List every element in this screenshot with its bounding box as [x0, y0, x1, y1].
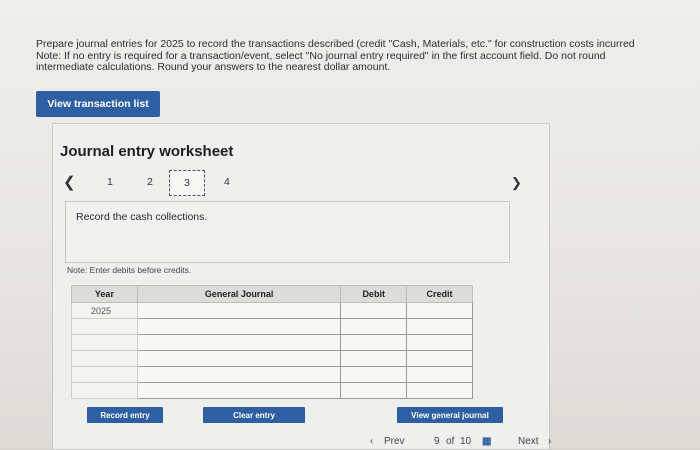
worksheet-title: Journal entry worksheet: [60, 143, 234, 160]
debit-input[interactable]: [340, 334, 408, 351]
next-button[interactable]: Next: [518, 436, 539, 447]
chevron-left-icon[interactable]: ❮: [63, 173, 76, 191]
prev-button[interactable]: Prev: [384, 436, 405, 447]
worksheet-pagination: ❮ 1 2 3 4 ❯: [53, 169, 549, 197]
instructions-line-2: Note: If no entry is required for a tran…: [36, 50, 606, 62]
chevron-right-icon[interactable]: ❯: [511, 175, 522, 191]
worksheet-page-3[interactable]: 3: [169, 170, 205, 196]
account-input[interactable]: [136, 302, 342, 319]
table-row: [71, 318, 473, 335]
year-cell: [71, 366, 138, 383]
table-row: [71, 382, 473, 399]
page-of: of: [446, 436, 455, 447]
page-total: 10: [460, 436, 472, 447]
debit-input[interactable]: [340, 382, 408, 399]
worksheet-page-1[interactable]: 1: [107, 176, 113, 188]
year-header: Year: [71, 285, 138, 303]
footer-pagination: ‹ Prev 9 of 10 ▦ Next ›: [360, 436, 700, 448]
view-transaction-list-button[interactable]: View transaction list: [36, 91, 160, 117]
debit-input[interactable]: [340, 350, 408, 367]
credit-input[interactable]: [406, 382, 473, 399]
chevron-right-icon[interactable]: ›: [548, 436, 551, 447]
year-cell: [71, 318, 138, 335]
credit-input[interactable]: [406, 334, 473, 351]
year-cell: [71, 350, 138, 367]
record-entry-button[interactable]: Record entry: [87, 407, 163, 423]
table-row: [71, 334, 473, 351]
credit-input[interactable]: [406, 302, 473, 319]
account-input[interactable]: [136, 318, 342, 335]
debit-input[interactable]: [340, 302, 408, 319]
journal-entry-worksheet: Journal entry worksheet ❮ 1 2 3 4 ❯ Reco…: [52, 123, 550, 450]
account-input[interactable]: [136, 366, 342, 383]
debits-note: Note: Enter debits before credits.: [67, 265, 192, 275]
year-cell: 2025: [71, 302, 138, 319]
credit-input[interactable]: [406, 366, 473, 383]
credit-header: Credit: [406, 285, 473, 303]
page: Prepare journal entries for 2025 to reco…: [0, 0, 700, 450]
year-cell: [71, 382, 138, 399]
clear-entry-button[interactable]: Clear entry: [203, 407, 305, 423]
page-current: 9: [434, 436, 440, 447]
general-journal-header: General Journal: [136, 285, 342, 303]
debit-header: Debit: [340, 285, 408, 303]
journal-table: Year General Journal Debit Credit 2025: [71, 285, 473, 399]
account-input[interactable]: [136, 334, 342, 351]
task-description: Record the cash collections.: [76, 211, 208, 223]
year-cell: [71, 334, 138, 351]
credit-input[interactable]: [406, 318, 473, 335]
instructions: Prepare journal entries for 2025 to reco…: [36, 39, 700, 74]
table-row: [71, 366, 473, 383]
instructions-line-1: Prepare journal entries for 2025 to reco…: [36, 39, 635, 50]
account-input[interactable]: [136, 382, 342, 399]
instructions-line-3: intermediate calculations. Round your an…: [36, 62, 391, 73]
worksheet-page-4[interactable]: 4: [224, 176, 230, 188]
worksheet-page-2[interactable]: 2: [147, 176, 153, 188]
grid-icon[interactable]: ▦: [482, 436, 491, 447]
table-header-row: Year General Journal Debit Credit: [71, 285, 473, 303]
view-general-journal-button[interactable]: View general journal: [397, 407, 503, 423]
account-input[interactable]: [136, 350, 342, 367]
table-row: 2025: [71, 302, 473, 319]
table-row: [71, 350, 473, 367]
credit-input[interactable]: [406, 350, 473, 367]
chevron-left-icon[interactable]: ‹: [370, 436, 373, 447]
debit-input[interactable]: [340, 318, 408, 335]
debit-input[interactable]: [340, 366, 408, 383]
task-description-box: Record the cash collections.: [65, 201, 510, 263]
